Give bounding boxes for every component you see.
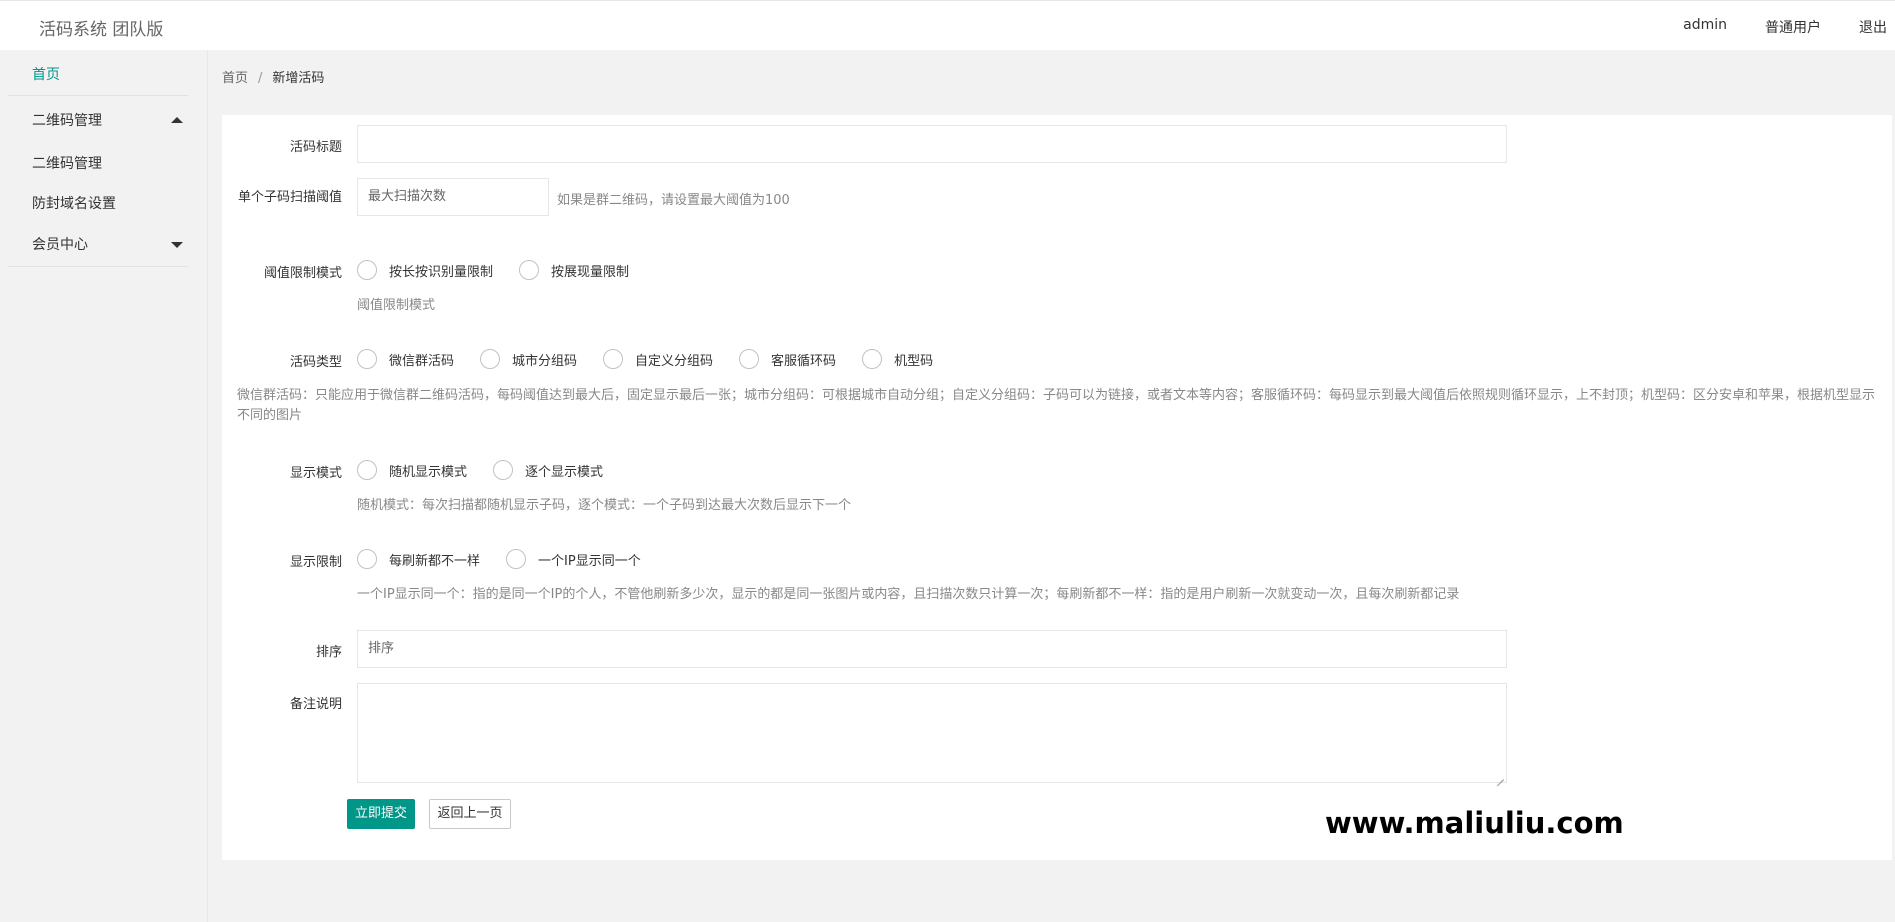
form-card: 活码标题 单个子码扫描阈值 最大扫描次数 如果是群二维码，请设置最大阈值为100… xyxy=(222,115,1892,860)
top-header: 活码系统 团队版 admin 普通用户 退出 xyxy=(0,0,1895,50)
radio-label: 每刷新都不一样 xyxy=(389,553,481,569)
radio-circle-icon[interactable] xyxy=(603,349,624,369)
title-input[interactable] xyxy=(357,125,1507,163)
type-desc: 微信群活码：只能应用于微信群二维码活码，每码阈值达到最大后，固定显示最后一张；城… xyxy=(237,388,1876,423)
watermark-text: www.maliuliu.com xyxy=(1325,806,1624,840)
sidebar: 首页 二维码管理 二维码管理 防封域名设置 会员中心 xyxy=(0,50,208,922)
display-limit-desc: 一个IP显示同一个：指的是同一个IP的个人，不管他刷新多少次，显示的都是同一张图… xyxy=(357,587,1460,602)
sidebar-item-home[interactable]: 首页 xyxy=(32,64,60,84)
type-label: 活码类型 xyxy=(289,355,342,370)
top-nav: admin 普通用户 退出 xyxy=(1683,17,1895,37)
radio-limit-impression[interactable]: 按展现量限制 xyxy=(519,260,629,280)
display-limit-radio-group: 每刷新都不一样 一个IP显示同一个 xyxy=(357,549,667,569)
threshold-label: 单个子码扫描阈值 xyxy=(237,190,342,205)
sidebar-item-domain-settings[interactable]: 防封域名设置 xyxy=(32,193,116,213)
threshold-input[interactable]: 最大扫描次数 xyxy=(357,178,549,216)
chevron-down-icon[interactable] xyxy=(171,242,183,248)
sidebar-group-qr[interactable]: 二维码管理 xyxy=(32,110,102,130)
radio-circle-icon[interactable] xyxy=(519,260,540,280)
radio-label: 按展现量限制 xyxy=(551,264,630,280)
radio-circle-icon[interactable] xyxy=(862,349,883,369)
breadcrumb-home[interactable]: 首页 xyxy=(222,71,248,86)
back-button[interactable]: 返回上一页 xyxy=(429,799,511,829)
type-radio-group: 微信群活码 城市分组码 自定义分组码 客服循环码 机型码 xyxy=(357,349,959,369)
radio-type-city[interactable]: 城市分组码 xyxy=(480,349,577,369)
radio-circle-icon[interactable] xyxy=(506,549,527,569)
radio-circle-icon[interactable] xyxy=(357,460,377,480)
sort-label: 排序 xyxy=(315,645,342,660)
user-menu[interactable]: admin xyxy=(1683,17,1727,37)
breadcrumb-current: 新增活码 xyxy=(272,71,325,86)
radio-circle-icon[interactable] xyxy=(480,349,501,369)
submit-button[interactable]: 立即提交 xyxy=(347,799,415,829)
breadcrumb-separator: / xyxy=(258,71,263,86)
display-mode-radio-group: 随机显示模式 逐个显示模式 xyxy=(357,460,629,480)
radio-label: 按长按识别量限制 xyxy=(389,264,494,280)
logout-link[interactable]: 退出 xyxy=(1859,17,1895,37)
radio-circle-icon[interactable] xyxy=(493,460,514,480)
sidebar-divider xyxy=(8,266,188,267)
radio-type-custom[interactable]: 自定义分组码 xyxy=(603,349,713,369)
app-title: 活码系统 团队版 xyxy=(39,20,164,40)
radio-label: 逐个显示模式 xyxy=(525,464,604,480)
radio-label: 微信群活码 xyxy=(389,353,455,369)
radio-type-device[interactable]: 机型码 xyxy=(862,349,933,369)
display-mode-desc: 随机模式：每次扫描都随机显示子码，逐个模式：一个子码到达最大次数后显示下一个 xyxy=(357,498,852,513)
limit-mode-desc: 阈值限制模式 xyxy=(357,298,436,313)
title-label: 活码标题 xyxy=(289,140,342,155)
radio-type-wechat-group[interactable]: 微信群活码 xyxy=(357,349,454,369)
radio-label: 机型码 xyxy=(894,353,934,369)
limit-mode-radio-group: 按长按识别量限制 按展现量限制 xyxy=(357,260,655,280)
radio-label: 自定义分组码 xyxy=(635,353,714,369)
sidebar-group-member[interactable]: 会员中心 xyxy=(32,234,88,254)
radio-circle-icon[interactable] xyxy=(357,549,377,569)
radio-limit-same-ip[interactable]: 一个IP显示同一个 xyxy=(506,549,641,569)
role-link[interactable]: 普通用户 xyxy=(1765,17,1821,37)
radio-label: 客服循环码 xyxy=(771,353,837,369)
display-mode-label: 显示模式 xyxy=(289,466,342,481)
threshold-hint: 如果是群二维码，请设置最大阈值为100 xyxy=(557,193,790,208)
remark-label: 备注说明 xyxy=(289,697,342,712)
radio-circle-icon[interactable] xyxy=(357,349,377,369)
radio-limit-longpress[interactable]: 按长按识别量限制 xyxy=(357,260,493,280)
radio-label: 城市分组码 xyxy=(512,353,578,369)
sidebar-divider xyxy=(8,95,188,96)
display-limit-label: 显示限制 xyxy=(289,555,342,570)
radio-label: 随机显示模式 xyxy=(389,464,468,480)
radio-circle-icon[interactable] xyxy=(357,260,377,280)
radio-label: 一个IP显示同一个 xyxy=(538,553,641,569)
chevron-up-icon[interactable] xyxy=(171,117,183,123)
sidebar-item-qr-manage[interactable]: 二维码管理 xyxy=(32,153,102,173)
radio-display-random[interactable]: 随机显示模式 xyxy=(357,460,467,480)
radio-limit-every-refresh[interactable]: 每刷新都不一样 xyxy=(357,549,480,569)
radio-display-sequential[interactable]: 逐个显示模式 xyxy=(493,460,603,480)
resize-handle-icon[interactable] xyxy=(1495,771,1505,781)
breadcrumb: 首页 / 新增活码 xyxy=(222,67,324,86)
sort-input[interactable]: 排序 xyxy=(357,630,1507,668)
limit-mode-label: 阈值限制模式 xyxy=(263,266,342,281)
radio-circle-icon[interactable] xyxy=(739,349,760,369)
remark-textarea[interactable] xyxy=(357,683,1507,783)
radio-type-service-loop[interactable]: 客服循环码 xyxy=(739,349,836,369)
